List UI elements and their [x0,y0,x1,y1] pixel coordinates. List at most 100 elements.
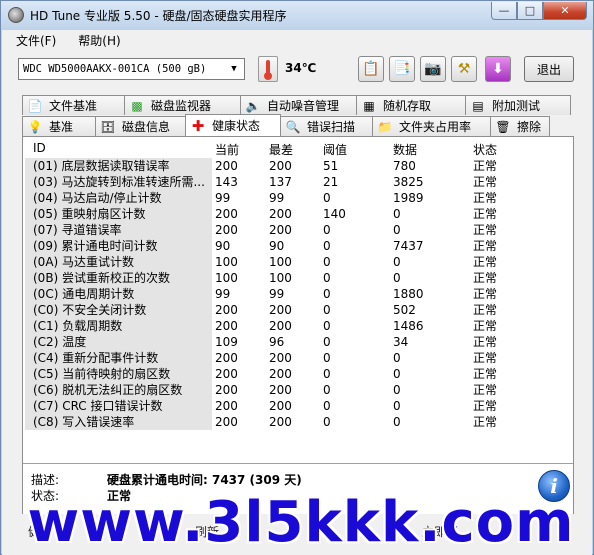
table-row[interactable]: (07) 寻道错误率 200 200 0 0 正常 [25,222,572,238]
window-title: HD Tune 专业版 5.50 - 硬盘/固态硬盘实用程序 [30,8,287,23]
cell-status: 正常 [473,207,498,221]
description-value: 硬盘累计通电时间: 7437 (309 天) [107,473,302,487]
copy-info-button[interactable]: 📋 [358,56,384,82]
cell-threshold: 0 [323,351,331,365]
cell-current: 200 [215,207,238,221]
tab-label: 磁盘监视器 [151,99,212,113]
tab-error-scan[interactable]: 🔍 错误扫描 [280,116,373,136]
cell-current: 200 [215,415,238,429]
cell-status: 正常 [473,271,498,285]
cell-data: 780 [393,159,416,173]
table-row[interactable]: (C8) 写入错误速率 200 200 0 0 正常 [25,414,572,430]
cell-threshold: 51 [323,159,339,173]
drive-select-value: WDC WD5000AAKX-001CA (500 gB) [23,63,207,75]
minimize-button[interactable]: — [491,2,517,20]
cell-worst: 200 [269,351,292,365]
tab-erase[interactable]: 🗑 擦除 [490,116,550,136]
column-header-id[interactable]: ID [25,141,212,159]
red-cross-icon: ✚ [191,116,205,135]
cell-threshold: 0 [323,255,331,269]
table-row[interactable]: (01) 底层数据读取错误率 200 200 51 780 正常 [25,158,572,174]
tab-random-access[interactable]: ▦ 随机存取 [356,95,466,115]
tab-folder-usage[interactable]: 📁 文件夹占用率 [372,116,491,136]
cell-worst: 200 [269,319,292,333]
options-button[interactable]: ⚒ [451,56,477,82]
cell-current: 200 [215,399,238,413]
column-header-status[interactable]: 状态 [470,141,530,159]
cell-attribute: (0C) 通电周期计数 [25,286,212,302]
tab-aam[interactable]: 🔈 自动噪音管理 [240,95,357,115]
table-row[interactable]: (C5) 当前待映射的扇区数 200 200 0 0 正常 [25,366,572,382]
copy-all-button[interactable]: 📑 [389,56,415,82]
exit-button[interactable]: 退出 [524,56,574,82]
cell-attribute: (09) 累计通电时间计数 [25,238,212,254]
table-row[interactable]: (03) 马达旋转到标准转速所需... 143 137 21 3825 正常 [25,174,572,190]
close-button[interactable]: ✕ [543,2,587,20]
cell-worst: 90 [269,239,285,253]
tab-health[interactable]: ✚ 健康状态 [185,114,281,136]
table-row[interactable]: (05) 重映射扇区计数 200 200 140 0 正常 [25,206,572,222]
cell-worst: 100 [269,255,292,269]
cell-status: 正常 [473,383,498,397]
cell-data: 1989 [393,191,424,205]
cell-current: 100 [215,255,238,269]
tab-label: 自动噪音管理 [267,99,340,113]
smart-table: (01) 底层数据读取错误率 200 200 51 780 正常 (03) 马达旋转到标准转… [25,158,572,463]
chevron-down-icon[interactable]: ▼ [226,61,242,77]
cell-current: 200 [215,351,238,365]
tab-disk-info[interactable]: 🗄 磁盘信息 [95,116,186,136]
cell-threshold: 0 [323,399,331,413]
tab-file-benchmark[interactable]: 📄 文件基准 [22,95,125,115]
title-bar[interactable]: HD Tune 专业版 5.50 - 硬盘/固态硬盘实用程序 — □ ✕ [1,1,593,29]
table-row[interactable]: (C6) 脱机无法纠正的扇区数 200 200 0 0 正常 [25,382,572,398]
cell-attribute: (04) 马达启动/停止计数 [25,190,212,206]
cell-worst: 200 [269,415,292,429]
tab-label: 健康状态 [212,119,261,133]
copy-icon: 📋 [362,61,380,77]
table-row[interactable]: (C7) CRC 接口错误计数 200 200 0 0 正常 [25,398,572,414]
tab-disk-monitor[interactable]: ▩ 磁盘监视器 [124,95,241,115]
column-header-worst[interactable]: 最差 [266,141,320,159]
column-header-data[interactable]: 数据 [390,141,470,159]
table-row[interactable]: (0A) 马达重试计数 100 100 0 0 正常 [25,254,572,270]
cell-current: 200 [215,303,238,317]
maximize-button[interactable]: □ [517,2,543,20]
drive-select[interactable]: WDC WD5000AAKX-001CA (500 gB) ▼ [18,58,245,80]
table-row[interactable]: (C0) 不安全关闭计数 200 200 0 502 正常 [25,302,572,318]
cell-current: 100 [215,271,238,285]
cell-worst: 99 [269,287,285,301]
tab-row-bottom: 💡 基准 🗄 磁盘信息 ✚ 健康状态 🔍 错误扫描 📁 文件夹占用率 🗑 擦除 [22,114,550,136]
table-row[interactable]: (09) 累计通电时间计数 90 90 0 7437 正常 [25,238,572,254]
menu-file[interactable]: 文件(F) [2,32,64,49]
cell-status: 正常 [473,319,498,333]
cell-worst: 200 [269,223,292,237]
cell-data: 7437 [393,239,424,253]
cell-status: 正常 [473,351,498,365]
cell-attribute: (C1) 负载周期数 [25,318,212,334]
random-access-icon: ▦ [363,98,375,113]
copy-all-icon: 📑 [393,61,411,77]
column-header-current[interactable]: 当前 [212,141,266,159]
table-row[interactable]: (0B) 尝试重新校正的次数 100 100 0 0 正常 [25,270,572,286]
tab-benchmark[interactable]: 💡 基准 [22,116,96,136]
table-row[interactable]: (C1) 负载周期数 200 200 0 1486 正常 [25,318,572,334]
table-row[interactable]: (C2) 温度 109 96 0 34 正常 [25,334,572,350]
cell-threshold: 0 [323,367,331,381]
cell-threshold: 0 [323,319,331,333]
save-button[interactable]: ⬇ [485,56,511,82]
cell-attribute: (0A) 马达重试计数 [25,254,212,270]
cell-threshold: 0 [323,287,331,301]
cell-worst: 96 [269,335,285,349]
table-row[interactable]: (C4) 重新分配事件计数 200 200 0 0 正常 [25,350,572,366]
column-header-threshold[interactable]: 阈值 [320,141,390,159]
cell-status: 正常 [473,255,498,269]
table-row[interactable]: (04) 马达启动/停止计数 99 99 0 1989 正常 [25,190,572,206]
menu-help[interactable]: 帮助(H) [64,32,128,49]
tab-extra-tests[interactable]: ▤ 附加测试 [465,95,571,115]
menu-bar: 文件(F) 帮助(H) [2,30,592,50]
wrench-icon: ⚒ [457,61,471,77]
cell-worst: 200 [269,367,292,381]
table-row[interactable]: (0C) 通电周期计数 99 99 0 1880 正常 [25,286,572,302]
tab-label: 擦除 [517,120,542,134]
screenshot-button[interactable]: 📷 [420,56,446,82]
